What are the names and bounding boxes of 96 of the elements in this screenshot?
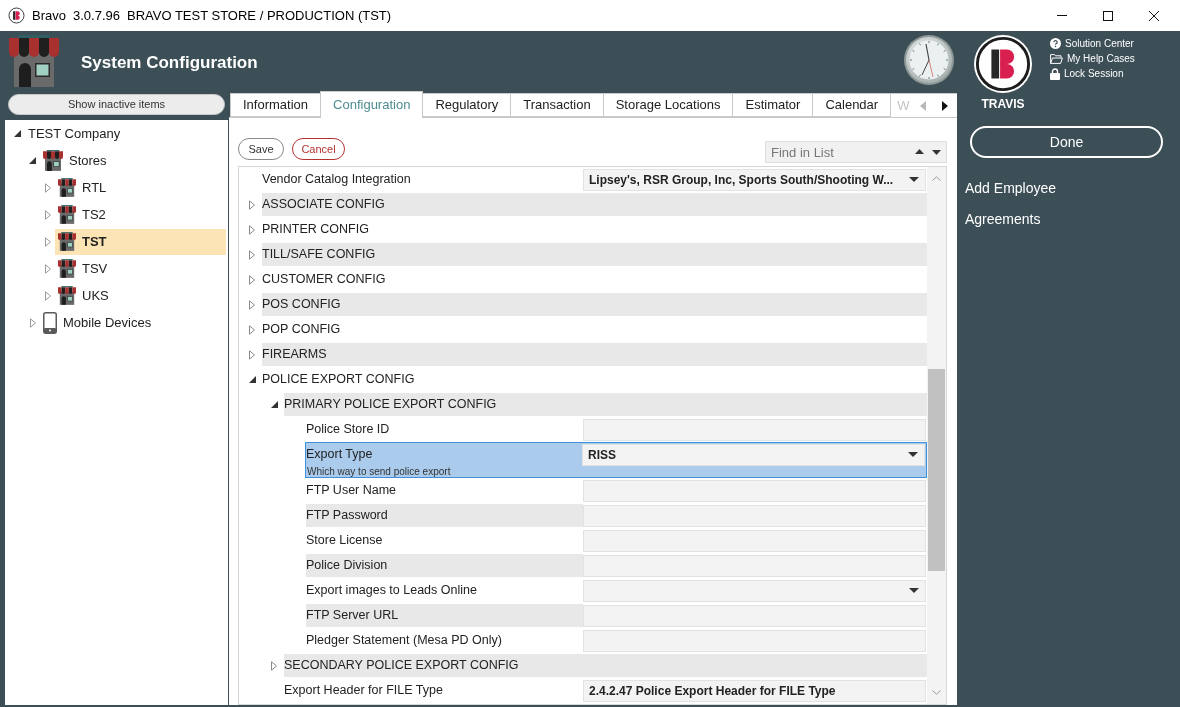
caret-down-icon[interactable]	[908, 452, 918, 457]
category-row[interactable]: ASSOCIATE CONFIG	[262, 193, 927, 216]
store-icon	[58, 286, 76, 305]
category-row[interactable]: POS CONFIG	[262, 293, 927, 316]
text-field[interactable]	[583, 529, 926, 552]
collapsed-arrow-icon[interactable]	[44, 182, 51, 193]
tab[interactable]: Regulatory	[422, 93, 512, 117]
tab[interactable]: Calendar	[812, 93, 892, 117]
scrollbar-thumb[interactable]	[928, 369, 945, 571]
store-icon	[58, 232, 76, 251]
property-label: FTP Password	[306, 504, 583, 527]
tree-item[interactable]: TEST Company	[25, 120, 226, 147]
collapsed-arrow-icon[interactable]	[44, 209, 51, 220]
store-icon	[58, 178, 76, 197]
store-icon	[9, 35, 59, 87]
lock-icon	[1050, 67, 1060, 80]
arrow-right-icon[interactable]	[942, 100, 948, 111]
collapsed-arrow-icon[interactable]	[249, 299, 255, 310]
text-field[interactable]	[583, 504, 926, 527]
save-button[interactable]: Save	[238, 138, 284, 160]
app-logo-icon	[8, 7, 25, 24]
user-name: TRAVIS	[981, 96, 1025, 113]
clock-icon	[904, 35, 954, 85]
maximize-icon[interactable]	[1103, 10, 1113, 21]
tree-item[interactable]: TS2	[55, 201, 226, 228]
caret-down-icon[interactable]	[909, 177, 919, 182]
logo-icon	[974, 35, 1032, 93]
header-link[interactable]: Solution Center	[1050, 36, 1135, 51]
collapsed-arrow-icon[interactable]	[44, 263, 51, 274]
page-title: System Configuration	[81, 52, 258, 74]
selected-row-highlight[interactable]: Export Type RISS Which way to send police export	[305, 442, 927, 478]
category-row[interactable]: FIREARMS	[262, 343, 927, 366]
property-description: Which way to send police export	[306, 466, 451, 477]
action-link[interactable]: Add Employee	[965, 173, 1057, 204]
collapsed-arrow-icon[interactable]	[271, 660, 277, 671]
header-link[interactable]: Lock Session	[1050, 66, 1135, 81]
expanded-arrow-icon[interactable]	[270, 401, 278, 408]
collapsed-arrow-icon[interactable]	[249, 349, 255, 360]
store-icon	[43, 150, 63, 171]
dropdown-field[interactable]: Lipsey's, RSR Group, Inc, Sports South/Shooting W...	[583, 168, 926, 191]
done-button[interactable]: Done	[970, 126, 1163, 158]
scrollbar-track[interactable]	[927, 167, 946, 704]
dropdown-field[interactable]: RISS	[582, 443, 925, 466]
collapsed-arrow-icon[interactable]	[44, 236, 51, 247]
tree-item[interactable]: Stores	[40, 147, 226, 174]
tree-item[interactable]: Mobile Devices	[40, 309, 226, 336]
property-label: Export Type	[306, 446, 374, 464]
folder-icon	[1050, 53, 1063, 64]
property-label: FTP Server URL	[306, 604, 583, 627]
text-field[interactable]: 2.4.2.47 Police Export Header for FILE Type	[583, 679, 926, 702]
tab[interactable]: Storage Locations	[602, 93, 734, 117]
category-row[interactable]: PRIMARY POLICE EXPORT CONFIG	[284, 393, 927, 416]
expanded-arrow-icon[interactable]	[248, 376, 256, 383]
tab[interactable]: Estimator	[732, 93, 814, 117]
expanded-arrow-icon[interactable]	[14, 130, 21, 137]
cancel-button[interactable]: Cancel	[292, 138, 345, 160]
collapsed-arrow-icon[interactable]	[44, 290, 51, 301]
tree-item[interactable]: UKS	[55, 282, 226, 309]
expanded-arrow-icon[interactable]	[29, 157, 36, 164]
text-field[interactable]	[583, 479, 926, 502]
chevron-down-icon[interactable]	[932, 690, 941, 695]
category-row[interactable]: SECONDARY POLICE EXPORT CONFIG	[284, 654, 927, 677]
tree-item[interactable]: TSV	[55, 255, 226, 282]
phone-icon	[43, 311, 57, 334]
text-field[interactable]	[583, 604, 926, 627]
tree-item[interactable]: TST	[55, 228, 226, 255]
text-field[interactable]	[583, 418, 926, 441]
tab[interactable]: Configuration	[320, 91, 424, 118]
text-field[interactable]	[583, 554, 926, 577]
window-title: BRAVO TEST STORE / PRODUCTION (TST)	[126, 6, 392, 25]
collapsed-arrow-icon[interactable]	[249, 274, 255, 285]
caret-down-icon[interactable]	[909, 588, 919, 593]
dropdown-field[interactable]	[583, 579, 926, 602]
property-label: Police Division	[306, 554, 583, 577]
store-icon	[58, 205, 76, 224]
text-field[interactable]	[583, 629, 926, 652]
header-link[interactable]: My Help Cases	[1050, 51, 1135, 66]
category-row[interactable]: TILL/SAFE CONFIG	[262, 243, 927, 266]
app-version: 3.0.7.96	[72, 6, 120, 25]
find-field[interactable]: Find in List	[765, 141, 947, 163]
tab[interactable]: Transaction	[510, 93, 604, 117]
app-name: Bravo	[32, 6, 66, 25]
arrow-up-icon[interactable]	[915, 149, 924, 154]
collapsed-arrow-icon[interactable]	[249, 249, 255, 260]
collapsed-arrow-icon[interactable]	[249, 224, 255, 235]
action-link[interactable]: Agreements	[965, 204, 1041, 235]
collapsed-arrow-icon[interactable]	[249, 199, 255, 210]
tab[interactable]: Information	[230, 93, 322, 117]
collapsed-arrow-icon[interactable]	[29, 317, 36, 328]
tree-item[interactable]: RTL	[55, 174, 226, 201]
collapsed-arrow-icon[interactable]	[249, 324, 255, 335]
question-circle-icon	[1050, 38, 1061, 49]
chevron-up-icon[interactable]	[932, 176, 941, 181]
arrow-down-icon[interactable]	[932, 150, 941, 155]
store-icon	[58, 259, 76, 278]
close-icon[interactable]	[1149, 10, 1159, 21]
